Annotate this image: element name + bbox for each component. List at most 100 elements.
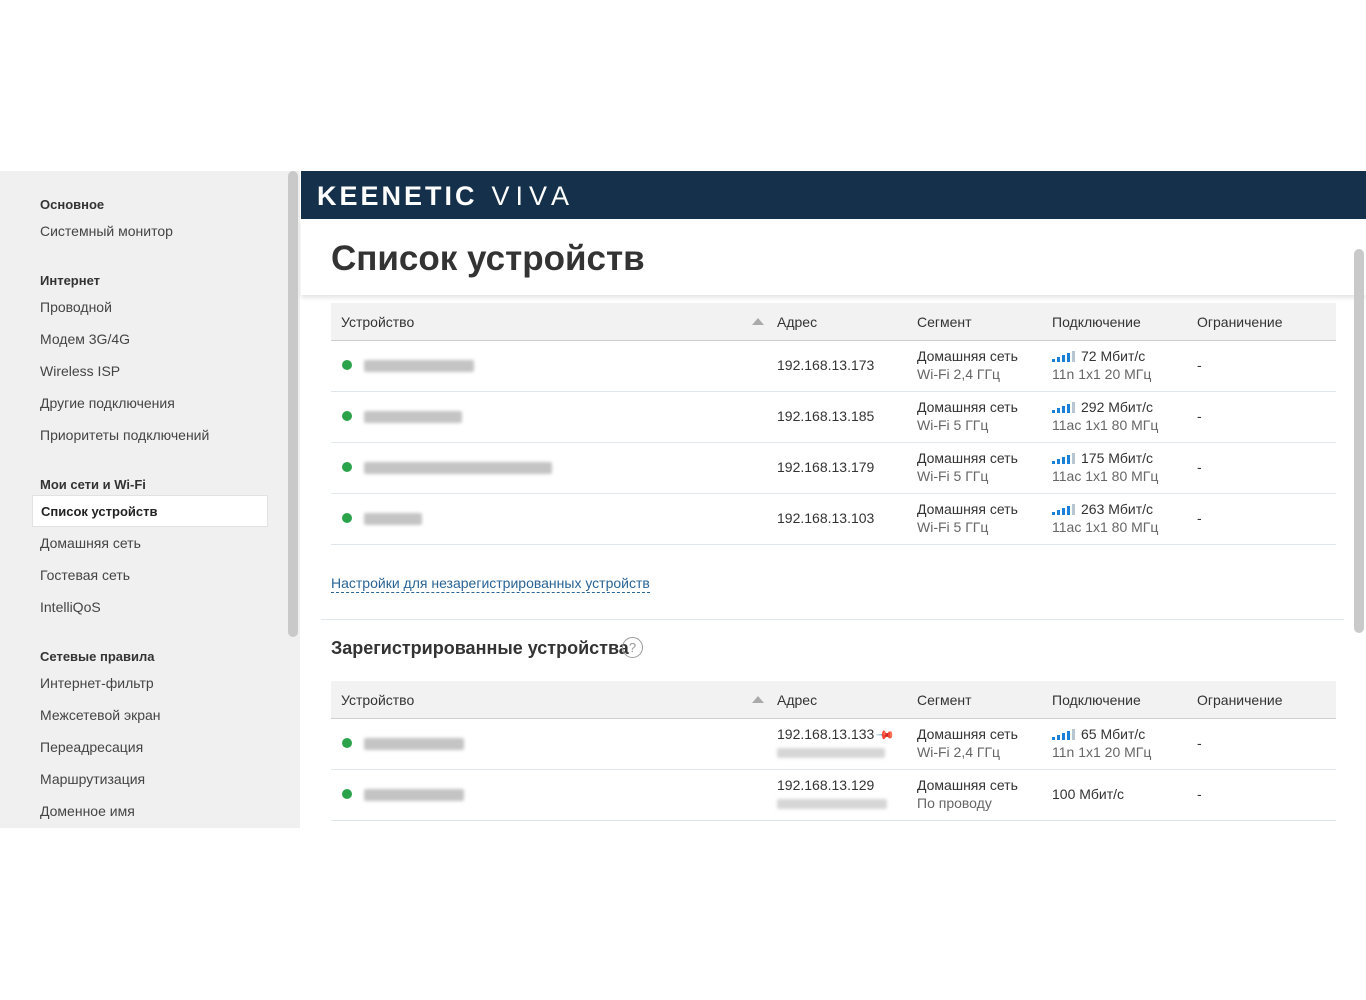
device-speed: 263 Мбит/с [1081, 501, 1154, 517]
column-address[interactable]: Адрес [777, 692, 817, 708]
device-name-redacted[interactable] [364, 360, 474, 372]
sidebar-item-internet-filter[interactable]: Интернет-фильтр [40, 675, 154, 691]
device-segment: Домашняя сеть [917, 348, 1018, 364]
wifi-signal-icon [1052, 351, 1076, 362]
sidebar-item-modem[interactable]: Модем 3G/4G [40, 331, 130, 347]
device-name-redacted[interactable] [364, 738, 464, 750]
device-ip: 192.168.13.133 [777, 726, 875, 742]
status-dot-icon [342, 513, 352, 523]
device-mode: 11n 1x1 20 МГц [1052, 366, 1152, 382]
device-ip: 192.168.13.173 [777, 357, 875, 373]
sidebar-scrollbar[interactable] [288, 171, 298, 637]
top-bar: KEENETIC VIVA [301, 171, 1366, 219]
sidebar-item-other-connections[interactable]: Другие подключения [40, 395, 175, 411]
page-title-bar: Список устройств [301, 219, 1366, 295]
device-speed-cell: 65 Мбит/с [1052, 726, 1145, 742]
device-name-redacted[interactable] [364, 411, 462, 423]
status-dot-icon [342, 360, 352, 370]
device-band: Wi-Fi 5 ГГц [917, 417, 989, 433]
sidebar-item-guest-network[interactable]: Гостевая сеть [40, 567, 130, 583]
device-band: Wi-Fi 5 ГГц [917, 519, 989, 535]
device-mode: 11ac 1x1 80 МГц [1052, 519, 1159, 535]
device-limit: - [1197, 735, 1202, 751]
table-row[interactable]: 192.168.13.185 Домашняя сеть Wi-Fi 5 ГГц… [331, 392, 1336, 443]
device-segment: Домашняя сеть [917, 399, 1018, 415]
main-scrollbar[interactable] [1354, 249, 1364, 633]
table-row[interactable]: 192.168.13.173 Домашняя сеть Wi-Fi 2,4 Г… [331, 341, 1336, 392]
status-dot-icon [342, 462, 352, 472]
device-name-redacted[interactable] [364, 789, 464, 801]
device-name-redacted[interactable] [364, 513, 422, 525]
column-device[interactable]: Устройство [341, 692, 414, 708]
sidebar-item-port-forwarding[interactable]: Переадресация [40, 739, 143, 755]
device-mode: 11n 1x1 20 МГц [1052, 744, 1152, 760]
column-segment[interactable]: Сегмент [917, 692, 972, 708]
brand-logo[interactable]: KEENETIC VIVA [317, 181, 575, 212]
device-ip-cell: 192.168.13.133📌 [777, 725, 896, 745]
device-limit: - [1197, 357, 1202, 373]
device-mac-redacted [777, 748, 885, 758]
device-limit: - [1197, 786, 1202, 802]
sidebar: Основное Системный монитор Интернет Пров… [0, 171, 300, 828]
device-ip: 192.168.13.103 [777, 510, 875, 526]
column-limit[interactable]: Ограничение [1197, 314, 1283, 330]
sidebar-item-system-monitor[interactable]: Системный монитор [40, 223, 173, 239]
table-row[interactable]: 192.168.13.129 Домашняя сеть По проводу … [331, 770, 1336, 821]
sort-ascending-icon[interactable] [752, 318, 764, 325]
table-header: Устройство Адрес Сегмент Подключение Огр… [331, 681, 1336, 719]
device-mac-redacted [777, 799, 887, 809]
device-mode: 11ac 1x1 80 МГц [1052, 417, 1159, 433]
help-icon[interactable]: ? [622, 637, 643, 658]
table-header: Устройство Адрес Сегмент Подключение Огр… [331, 303, 1336, 341]
wifi-signal-icon [1052, 402, 1076, 413]
device-ip: 192.168.13.185 [777, 408, 875, 424]
sidebar-section-basic: Основное [40, 197, 105, 212]
sidebar-item-routing[interactable]: Маршрутизация [40, 771, 145, 787]
pin-icon[interactable]: 📌 [876, 725, 896, 745]
device-speed: 292 Мбит/с [1081, 399, 1154, 415]
device-band: Wi-Fi 2,4 ГГц [917, 744, 1001, 760]
device-band: Wi-Fi 5 ГГц [917, 468, 989, 484]
table-row[interactable]: 192.168.13.179 Домашняя сеть Wi-Fi 5 ГГц… [331, 443, 1336, 494]
device-ip: 192.168.13.129 [777, 777, 875, 793]
sidebar-item-wired[interactable]: Проводной [40, 299, 112, 315]
unregistered-settings-link[interactable]: Настройки для незарегистрированных устро… [331, 575, 650, 593]
table-row[interactable]: 192.168.13.133📌 Домашняя сеть Wi-Fi 2,4 … [331, 719, 1336, 770]
device-speed-cell: 292 Мбит/с [1052, 399, 1153, 415]
sidebar-item-wireless-isp[interactable]: Wireless ISP [40, 363, 120, 379]
device-ip: 192.168.13.179 [777, 459, 875, 475]
registered-devices-table: Устройство Адрес Сегмент Подключение Огр… [331, 681, 1336, 821]
unregistered-devices-table: Устройство Адрес Сегмент Подключение Огр… [331, 303, 1336, 545]
sidebar-section-internet: Интернет [40, 273, 101, 288]
device-segment: Домашняя сеть [917, 726, 1018, 742]
table-row[interactable]: 192.168.13.103 Домашняя сеть Wi-Fi 5 ГГц… [331, 494, 1336, 545]
device-limit: - [1197, 408, 1202, 424]
wifi-signal-icon [1052, 729, 1076, 740]
sidebar-item-device-list[interactable]: Список устройств [32, 495, 268, 527]
column-address[interactable]: Адрес [777, 314, 817, 330]
status-dot-icon [342, 789, 352, 799]
device-limit: - [1197, 510, 1202, 526]
wifi-signal-icon [1052, 453, 1076, 464]
device-name-redacted[interactable] [364, 462, 552, 474]
sidebar-item-domain-name[interactable]: Доменное имя [40, 803, 135, 819]
sidebar-item-connection-priorities[interactable]: Приоритеты подключений [40, 427, 209, 443]
column-limit[interactable]: Ограничение [1197, 692, 1283, 708]
column-segment[interactable]: Сегмент [917, 314, 972, 330]
device-speed: 175 Мбит/с [1081, 450, 1154, 466]
page-title: Список устройств [331, 239, 645, 278]
sidebar-item-intelliqos[interactable]: IntelliQoS [40, 599, 101, 615]
sidebar-item-firewall[interactable]: Межсетевой экран [40, 707, 161, 723]
device-speed-cell: 175 Мбит/с [1052, 450, 1153, 466]
column-connection[interactable]: Подключение [1052, 692, 1141, 708]
column-device[interactable]: Устройство [341, 314, 414, 330]
status-dot-icon [342, 738, 352, 748]
registered-section-title: Зарегистрированные устройства [331, 638, 629, 658]
device-band: По проводу [917, 795, 992, 811]
device-band: Wi-Fi 2,4 ГГц [917, 366, 1001, 382]
sort-ascending-icon[interactable] [752, 696, 764, 703]
column-connection[interactable]: Подключение [1052, 314, 1141, 330]
sidebar-item-home-network[interactable]: Домашняя сеть [40, 535, 141, 551]
device-segment: Домашняя сеть [917, 450, 1018, 466]
device-speed: 65 Мбит/с [1081, 726, 1146, 742]
